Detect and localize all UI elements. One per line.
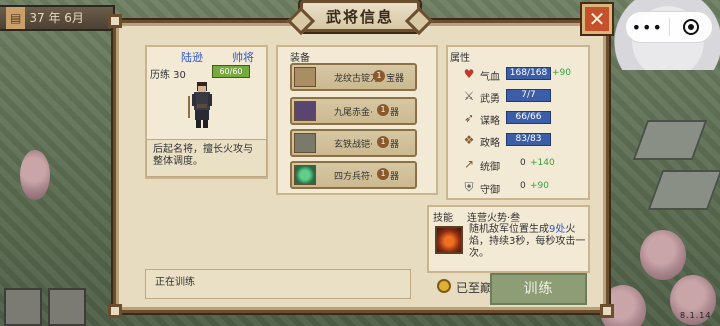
bottom-menu-button[interactable] xyxy=(48,288,86,326)
attribute-bar: 168/168 xyxy=(506,67,551,80)
general-name: 陆逊 xyxy=(181,51,203,64)
record-icon xyxy=(682,19,699,35)
helmet-icon xyxy=(294,101,316,121)
equipment-slot-accessory[interactable]: 四方兵符· 1 器 xyxy=(290,161,417,189)
grade-badge: 1 xyxy=(377,136,389,148)
attribute-bar: 7/7 xyxy=(506,89,551,102)
general-description: 后起名将，擅长火攻与整体调度。 xyxy=(146,139,267,177)
more-menu-button[interactable]: ••• xyxy=(626,18,669,37)
equipment-title: 装备 xyxy=(290,53,310,64)
grade-badge: 1 xyxy=(377,168,389,180)
general-class: 帅将 xyxy=(232,51,254,64)
frame-corner xyxy=(600,304,614,318)
attribute-label: 气血 xyxy=(480,72,500,83)
attributes-title: 属性 xyxy=(450,53,470,64)
attribute-value: 0 xyxy=(520,181,526,191)
equipment-name: 玄铁战铠· xyxy=(334,140,373,150)
equipment-name: 四方兵符· xyxy=(334,172,373,182)
dialog-title-plate: 武将信息 xyxy=(300,0,420,32)
attribute-row-valor: ⚔ 武勇 7/7 xyxy=(462,89,586,105)
jade-icon xyxy=(294,165,316,185)
attribute-label: 武勇 xyxy=(480,94,500,105)
equipment-slot-armor[interactable]: 玄铁战铠· 1 器 xyxy=(290,129,417,157)
date-bar: ▤ 37 年 6月 xyxy=(0,5,115,31)
date-month: 年 6月 xyxy=(48,11,84,25)
attribute-row-hp: ♥ 气血 168/168 +90 xyxy=(462,67,586,83)
max-level-radio[interactable] xyxy=(437,279,451,293)
grade-label: 器 xyxy=(390,140,400,150)
general-portrait xyxy=(188,82,212,128)
attribute-row-command: ↗ 统御 0 +140 xyxy=(462,157,586,173)
frame-corner xyxy=(108,14,122,28)
armor-icon xyxy=(294,133,316,153)
attribute-row-strategy: ➶ 谋略 66/66 xyxy=(462,111,586,127)
swords-icon: ⚔ xyxy=(463,89,475,103)
grade-badge: 1 xyxy=(377,104,389,116)
experience-label: 历练 30 xyxy=(150,70,186,81)
grade-label: 宝器 xyxy=(386,74,405,84)
equipment-name: 九尾赤金· xyxy=(334,108,373,118)
skill-description: 随机敌军位置生成9处火焰，持续3秒，每秒攻击一次。 xyxy=(469,224,587,260)
attribute-label: 统御 xyxy=(480,162,500,173)
attribute-label: 政略 xyxy=(480,138,500,149)
grade-label: 器 xyxy=(390,108,400,118)
cherry-tree xyxy=(20,150,50,200)
cherry-tree xyxy=(640,230,686,280)
attribute-label: 谋略 xyxy=(480,116,500,127)
version-label: 8.1.14 xyxy=(680,311,712,320)
dialog-title: 武将信息 xyxy=(325,7,394,26)
date-year: 37 xyxy=(29,11,45,25)
heart-icon: ♥ xyxy=(463,67,475,81)
frame-corner xyxy=(108,304,122,318)
skill-desc-highlight: 9处 xyxy=(549,224,566,235)
skill-label: 技能 xyxy=(433,213,453,224)
grade-badge: 1 xyxy=(373,70,385,82)
attribute-bar: 83/83 xyxy=(506,133,551,146)
attribute-bonus: +140 xyxy=(530,158,555,168)
attribute-bonus: +90 xyxy=(552,68,571,78)
fire-skill-icon[interactable] xyxy=(435,226,463,254)
close-icon: ✕ xyxy=(588,7,606,31)
spear-icon: ↗ xyxy=(463,157,475,171)
skill-desc-prefix: 随机敌军位置生成 xyxy=(469,224,549,235)
attribute-row-politics: ❖ 政略 83/83 xyxy=(462,133,586,149)
skill-name: 连营火势·叁 xyxy=(467,213,521,224)
attribute-value: 0 xyxy=(520,158,526,168)
calendar-icon: ▤ xyxy=(6,7,26,29)
close-button[interactable]: ✕ xyxy=(582,4,612,34)
bottom-menu-button[interactable] xyxy=(4,288,42,326)
attribute-label: 守御 xyxy=(480,185,500,196)
grade-label: 器 xyxy=(390,172,400,182)
attribute-row-defense: ⛨ 守御 0 +90 xyxy=(462,180,586,196)
blade-icon xyxy=(294,67,316,87)
status-text: 正在训练 xyxy=(155,277,195,288)
attribute-bonus: +90 xyxy=(530,181,549,191)
close-miniprogram-button[interactable] xyxy=(669,19,712,35)
wechat-capsule: ••• xyxy=(625,11,713,43)
equipment-slot-helmet[interactable]: 九尾赤金· 1 器 xyxy=(290,97,417,125)
attribute-bar: 66/66 xyxy=(506,111,551,124)
experience-bar: 60/60 xyxy=(212,65,250,78)
scroll-icon: ❖ xyxy=(463,133,475,147)
train-button[interactable]: 训练 xyxy=(490,273,587,305)
shield-icon: ⛨ xyxy=(464,180,474,194)
bow-icon: ➶ xyxy=(463,111,475,125)
